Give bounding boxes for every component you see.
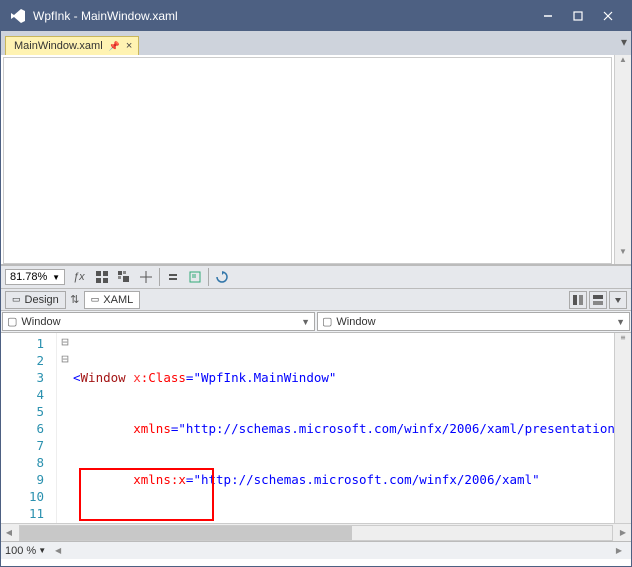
horizontal-split-button[interactable] <box>589 291 607 309</box>
effects-button[interactable]: ƒx <box>69 271 89 283</box>
scroll-left-icon[interactable]: ◀ <box>50 546 66 555</box>
code-editor[interactable]: 1 2 3 4 5 6 7 8 9 10 11 ⊟ ⊟ <Window x:Cl… <box>1 333 631 523</box>
tab-close-icon[interactable]: × <box>126 40 132 52</box>
editor-vertical-scrollbar[interactable]: ≡ <box>614 333 631 523</box>
scroll-left-icon[interactable]: ◀ <box>1 528 17 537</box>
snaplines-button[interactable] <box>137 268 155 286</box>
fold-column[interactable]: ⊟ ⊟ <box>57 333 73 523</box>
line-number: 3 <box>5 369 44 386</box>
minimize-button[interactable] <box>533 5 563 27</box>
pane-tab-xaml[interactable]: ▭ XAML <box>84 291 140 309</box>
pane-icon: ▭ <box>12 294 21 305</box>
window-title: WpfInk - MainWindow.xaml <box>33 9 533 23</box>
line-number: 8 <box>5 454 44 471</box>
fold-box-icon[interactable]: ⊟ <box>57 333 73 350</box>
swap-panes-icon[interactable]: ⇅ <box>66 291 84 309</box>
line-number: 9 <box>5 471 44 488</box>
element-breadcrumb: ▢ Window ▼ ▢ Window ▼ <box>1 311 631 333</box>
pane-tab-label: Design <box>25 294 59 306</box>
code-button[interactable] <box>186 268 204 286</box>
cube-icon: ▢ <box>322 316 332 328</box>
line-number: 2 <box>5 352 44 369</box>
grid-view-button[interactable] <box>93 268 111 286</box>
refresh-button[interactable] <box>213 268 231 286</box>
editor-horizontal-scrollbar[interactable]: ◀ ▶ <box>1 523 631 541</box>
breadcrumb-scope[interactable]: ▢ Window ▼ <box>2 312 315 331</box>
scrollbar-track[interactable] <box>19 525 613 541</box>
chevron-down-icon: ▼ <box>38 546 46 555</box>
scroll-right-icon[interactable]: ▶ <box>615 528 631 537</box>
breadcrumb-label: Window <box>336 316 375 328</box>
code-line: <Window x:Class="WpfInk.MainWindow" <box>73 369 614 386</box>
maximize-button[interactable] <box>563 5 593 27</box>
designer-toolbar: 81.78% ▼ ƒx <box>1 265 631 289</box>
line-number: 11 <box>5 505 44 522</box>
fold-box-icon[interactable]: ⊟ <box>57 350 73 367</box>
pane-tab-design[interactable]: ▭ Design <box>5 291 66 309</box>
chevron-down-icon: ▼ <box>616 317 625 327</box>
scroll-down-icon[interactable]: ▼ <box>615 247 631 264</box>
collapse-pane-button[interactable] <box>609 291 627 309</box>
design-surface[interactable] <box>3 57 612 264</box>
snap-grid-button[interactable] <box>115 268 133 286</box>
scrollbar-thumb[interactable] <box>20 526 352 540</box>
design-vertical-scrollbar[interactable]: ▲ ▼ <box>614 55 631 264</box>
close-button[interactable] <box>593 5 623 27</box>
line-number: 5 <box>5 403 44 420</box>
line-number: 10 <box>5 488 44 505</box>
line-number-gutter: 1 2 3 4 5 6 7 8 9 10 11 <box>1 333 57 523</box>
tab-strip: MainWindow.xaml 📌 × ▾ <box>1 31 631 55</box>
code-content[interactable]: <Window x:Class="WpfInk.MainWindow" xmln… <box>73 333 614 523</box>
document-tab[interactable]: MainWindow.xaml 📌 × <box>5 36 139 55</box>
line-number: 7 <box>5 437 44 454</box>
line-number: 6 <box>5 420 44 437</box>
vs-logo-icon <box>9 7 27 25</box>
design-pane: ▲ ▼ <box>1 55 631 265</box>
zoom-value: 81.78% <box>10 271 47 283</box>
line-number: 4 <box>5 386 44 403</box>
code-line: xmlns:x="http://schemas.microsoft.com/wi… <box>73 471 614 488</box>
code-line: xmlns="http://schemas.microsoft.com/winf… <box>73 420 614 437</box>
chevron-down-icon: ▼ <box>52 273 60 282</box>
vertical-split-button[interactable] <box>569 291 587 309</box>
settings-button[interactable] <box>164 268 182 286</box>
scroll-up-icon[interactable]: ▲ <box>615 55 631 72</box>
line-number: 1 <box>5 335 44 352</box>
breadcrumb-label: Window <box>21 316 60 328</box>
pin-icon[interactable]: 📌 <box>109 41 120 52</box>
pane-icon: ▭ <box>91 294 100 305</box>
tab-overflow-icon[interactable]: ▾ <box>621 35 627 49</box>
tab-label: MainWindow.xaml <box>14 40 103 52</box>
cube-icon: ▢ <box>7 316 17 328</box>
pane-tab-bar: ▭ Design ⇅ ▭ XAML <box>1 289 631 311</box>
breadcrumb-member[interactable]: ▢ Window ▼ <box>317 312 630 331</box>
code-line: xmlns:d="http://schemas.microsoft.com/ex… <box>73 522 614 523</box>
status-bar: 100 % ▼ ◀ ▶ <box>1 541 631 559</box>
chevron-down-icon: ▼ <box>301 317 310 327</box>
editor-zoom-combo[interactable]: 100 % ▼ <box>5 545 46 557</box>
split-handle-icon[interactable]: ≡ <box>615 333 631 350</box>
editor-zoom-value: 100 % <box>5 545 36 557</box>
toolbar-divider <box>208 268 209 286</box>
titlebar: WpfInk - MainWindow.xaml <box>1 1 631 31</box>
scroll-right-icon[interactable]: ▶ <box>611 546 627 555</box>
toolbar-divider <box>159 268 160 286</box>
window-controls <box>533 5 623 27</box>
pane-tab-label: XAML <box>103 294 133 306</box>
zoom-combo[interactable]: 81.78% ▼ <box>5 269 65 285</box>
